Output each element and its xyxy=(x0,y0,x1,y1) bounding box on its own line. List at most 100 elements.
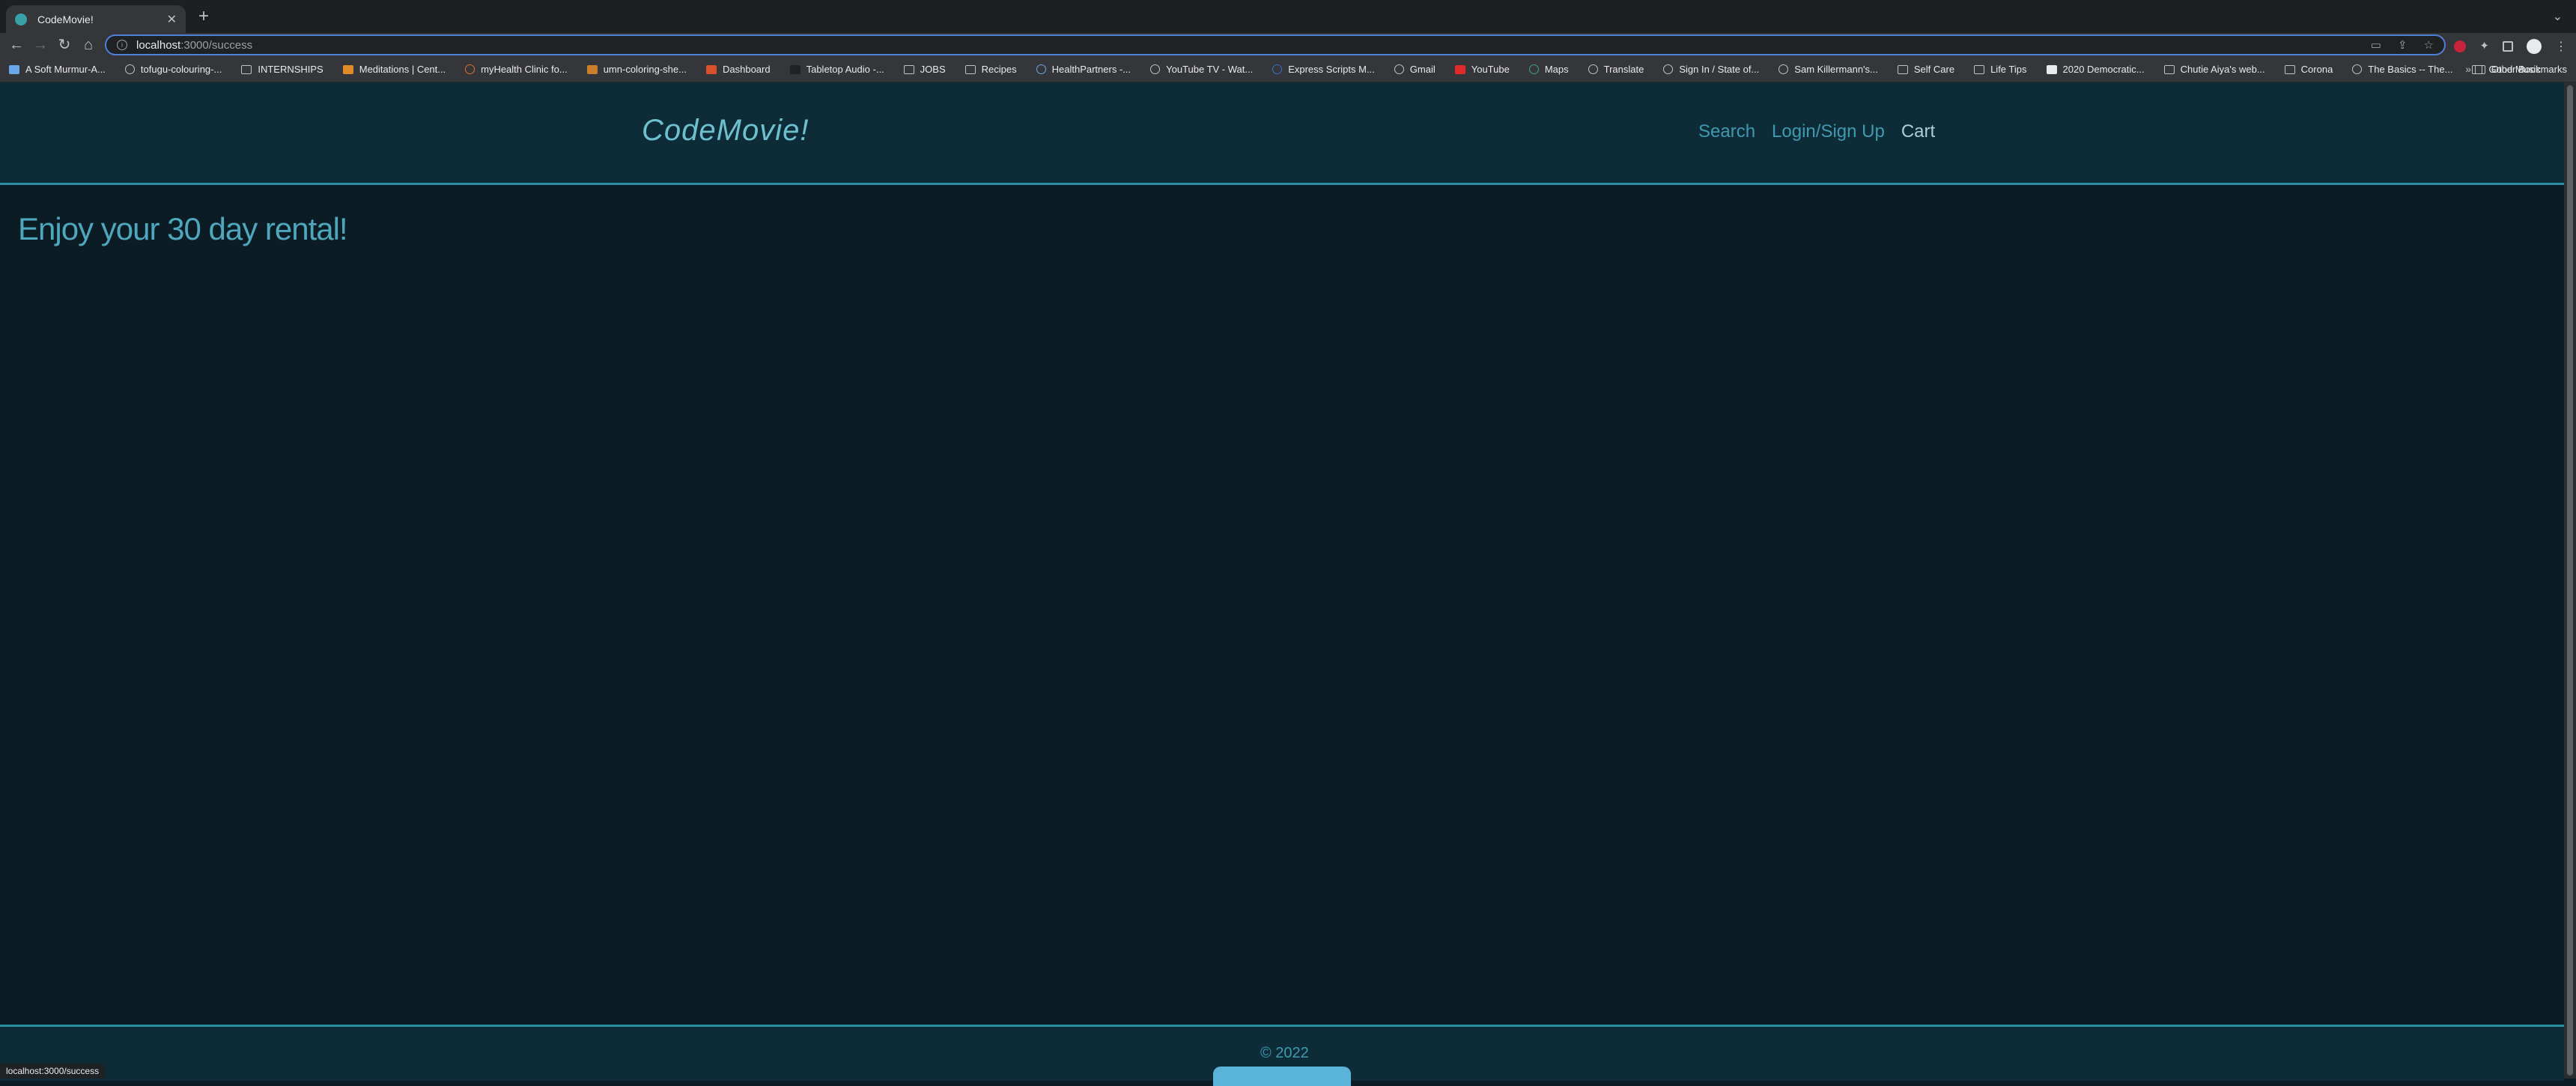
bookmark-item[interactable]: umn-coloring-she... xyxy=(586,64,687,75)
bookmark-item[interactable]: Sign In / State of... xyxy=(1663,64,1759,75)
bookmark-label: Sam Killermann's... xyxy=(1794,64,1878,75)
favicon-icon xyxy=(1272,64,1283,74)
install-app-icon[interactable]: ▭ xyxy=(2371,38,2381,52)
bookmark-label: Express Scripts M... xyxy=(1288,64,1375,75)
bookmark-label: JOBS xyxy=(920,64,946,75)
bookmark-item[interactable]: Self Care xyxy=(1897,64,1955,75)
folder-icon xyxy=(2474,64,2485,74)
new-tab-button[interactable]: + xyxy=(193,7,214,25)
copyright-text: © 2022 xyxy=(1260,1045,1309,1061)
bookmark-item[interactable]: Dashboard xyxy=(705,64,771,75)
bookmark-item[interactable]: YouTube xyxy=(1454,64,1510,75)
home-button[interactable]: ⌂ xyxy=(78,34,99,55)
bookmarks-overflow-icon[interactable]: » xyxy=(2465,63,2471,75)
favicon-icon xyxy=(2352,64,2363,74)
bookmark-label: Maps xyxy=(1544,64,1569,75)
nav-cart-link[interactable]: Cart xyxy=(1901,121,1935,142)
bookmark-label: Translate xyxy=(1603,64,1644,75)
site-nav: Search Login/Sign Up Cart xyxy=(1698,121,1935,142)
folder-icon xyxy=(2163,64,2175,74)
side-panel-icon[interactable] xyxy=(2503,41,2513,52)
folder-icon xyxy=(903,64,914,74)
bookmark-item[interactable]: Chutie Aiya's web... xyxy=(2163,64,2265,75)
profile-avatar[interactable] xyxy=(2527,39,2542,54)
favicon-icon xyxy=(1150,64,1161,74)
bookmark-label: Corona xyxy=(2300,64,2333,75)
bookmark-item[interactable]: The Basics -- The... xyxy=(2352,64,2452,75)
bookmark-item[interactable]: YouTube TV - Wat... xyxy=(1150,64,1253,75)
other-bookmarks[interactable]: Other Bookmarks xyxy=(2474,64,2567,75)
favicon-icon xyxy=(1663,64,1674,74)
bookmark-item[interactable]: INTERNSHIPS xyxy=(241,64,323,75)
bookmark-label: 2020 Democratic... xyxy=(2062,64,2145,75)
bookmark-item[interactable]: HealthPartners -... xyxy=(1036,64,1131,75)
bookmark-label: YouTube TV - Wat... xyxy=(1166,64,1254,75)
favicon-icon xyxy=(1528,64,1539,74)
site-header: CodeMovie! Search Login/Sign Up Cart xyxy=(0,82,2564,185)
folder-icon xyxy=(965,64,976,74)
browser-tab[interactable]: CodeMovie! ✕ xyxy=(6,5,186,33)
footer-button[interactable] xyxy=(1213,1067,1351,1086)
bookmark-item[interactable]: 2020 Democratic... xyxy=(2046,64,2145,75)
chevron-down-icon[interactable]: ⌄ xyxy=(2553,9,2563,24)
bookmark-label: The Basics -- The... xyxy=(2368,64,2453,75)
page-title: Enjoy your 30 day rental! xyxy=(18,211,348,246)
bookmark-item[interactable]: Translate xyxy=(1588,64,1644,75)
menu-kebab-icon[interactable]: ⋮ xyxy=(2555,39,2567,54)
bookmark-item[interactable]: Gmail xyxy=(1394,64,1436,75)
nav-search-link[interactable]: Search xyxy=(1698,121,1755,142)
bookmark-item[interactable]: myHealth Clinic fo... xyxy=(465,64,568,75)
bookmark-label: Gmail xyxy=(1409,64,1436,75)
bookmark-label: Life Tips xyxy=(1990,64,2027,75)
forward-button[interactable]: → xyxy=(30,34,51,55)
scrollbar-thumb[interactable] xyxy=(2567,85,2573,1076)
bookmark-item[interactable]: Maps xyxy=(1528,64,1569,75)
bookmark-item[interactable]: Life Tips xyxy=(1974,64,2027,75)
bookmark-label: umn-coloring-she... xyxy=(603,64,687,75)
browser-toolbar: ← → ↻ ⌂ i localhost:3000/success ▭ ⇪ ☆ ✦… xyxy=(0,33,2576,57)
bookmark-item[interactable]: Sam Killermann's... xyxy=(1778,64,1878,75)
bookmark-item[interactable]: Recipes xyxy=(965,64,1017,75)
other-bookmarks-label: Other Bookmarks xyxy=(2491,64,2567,75)
bookmark-label: Self Care xyxy=(1913,64,1955,75)
extensions-puzzle-icon[interactable]: ✦ xyxy=(2479,40,2489,52)
bookmark-item[interactable]: Tabletop Audio -... xyxy=(789,64,884,75)
bookmark-label: Meditations | Cent... xyxy=(359,64,446,75)
folder-icon xyxy=(241,64,252,74)
folder-icon xyxy=(2284,64,2295,74)
address-bar[interactable]: i localhost:3000/success ▭ ⇪ ☆ xyxy=(105,34,2446,55)
favicon-icon xyxy=(1588,64,1598,74)
bookmark-item[interactable]: Corona xyxy=(2284,64,2333,75)
bookmark-item[interactable]: tofugu-colouring-... xyxy=(124,64,222,75)
bookmark-label: Sign In / State of... xyxy=(1679,64,1760,75)
nav-login-link[interactable]: Login/Sign Up xyxy=(1772,121,1885,142)
folder-icon xyxy=(1974,64,1985,74)
favicon-icon xyxy=(1454,64,1465,74)
favicon-icon xyxy=(465,64,476,74)
bookmark-label: HealthPartners -... xyxy=(1051,64,1131,75)
bookmark-item[interactable]: Meditations | Cent... xyxy=(342,64,446,75)
bookmark-item[interactable]: Express Scripts M... xyxy=(1272,64,1375,75)
url-text[interactable]: localhost:3000/success xyxy=(136,39,2371,52)
close-icon[interactable]: ✕ xyxy=(167,12,177,27)
favicon-icon xyxy=(1394,64,1404,74)
bookmark-item[interactable]: JOBS xyxy=(903,64,946,75)
favicon-icon xyxy=(15,13,27,25)
favicon-icon xyxy=(2046,64,2057,74)
bookmark-item[interactable]: A Soft Murmur-A... xyxy=(9,64,106,75)
bookmark-label: YouTube xyxy=(1471,64,1510,75)
reload-button[interactable]: ↻ xyxy=(54,34,75,55)
bookmark-label: Dashboard xyxy=(722,64,771,75)
site-brand[interactable]: CodeMovie! xyxy=(642,114,809,148)
star-icon[interactable]: ☆ xyxy=(2424,38,2434,52)
folder-icon xyxy=(1897,64,1908,74)
bookmark-label: Chutie Aiya's web... xyxy=(2180,64,2265,75)
bookmark-label: myHealth Clinic fo... xyxy=(481,64,568,75)
bookmark-label: Recipes xyxy=(981,64,1017,75)
extension-icon[interactable] xyxy=(2454,40,2467,52)
share-icon[interactable]: ⇪ xyxy=(2398,38,2408,52)
favicon-icon xyxy=(705,64,717,74)
info-icon[interactable]: i xyxy=(117,40,127,50)
favicon-icon xyxy=(1036,64,1046,74)
back-button[interactable]: ← xyxy=(6,34,27,55)
